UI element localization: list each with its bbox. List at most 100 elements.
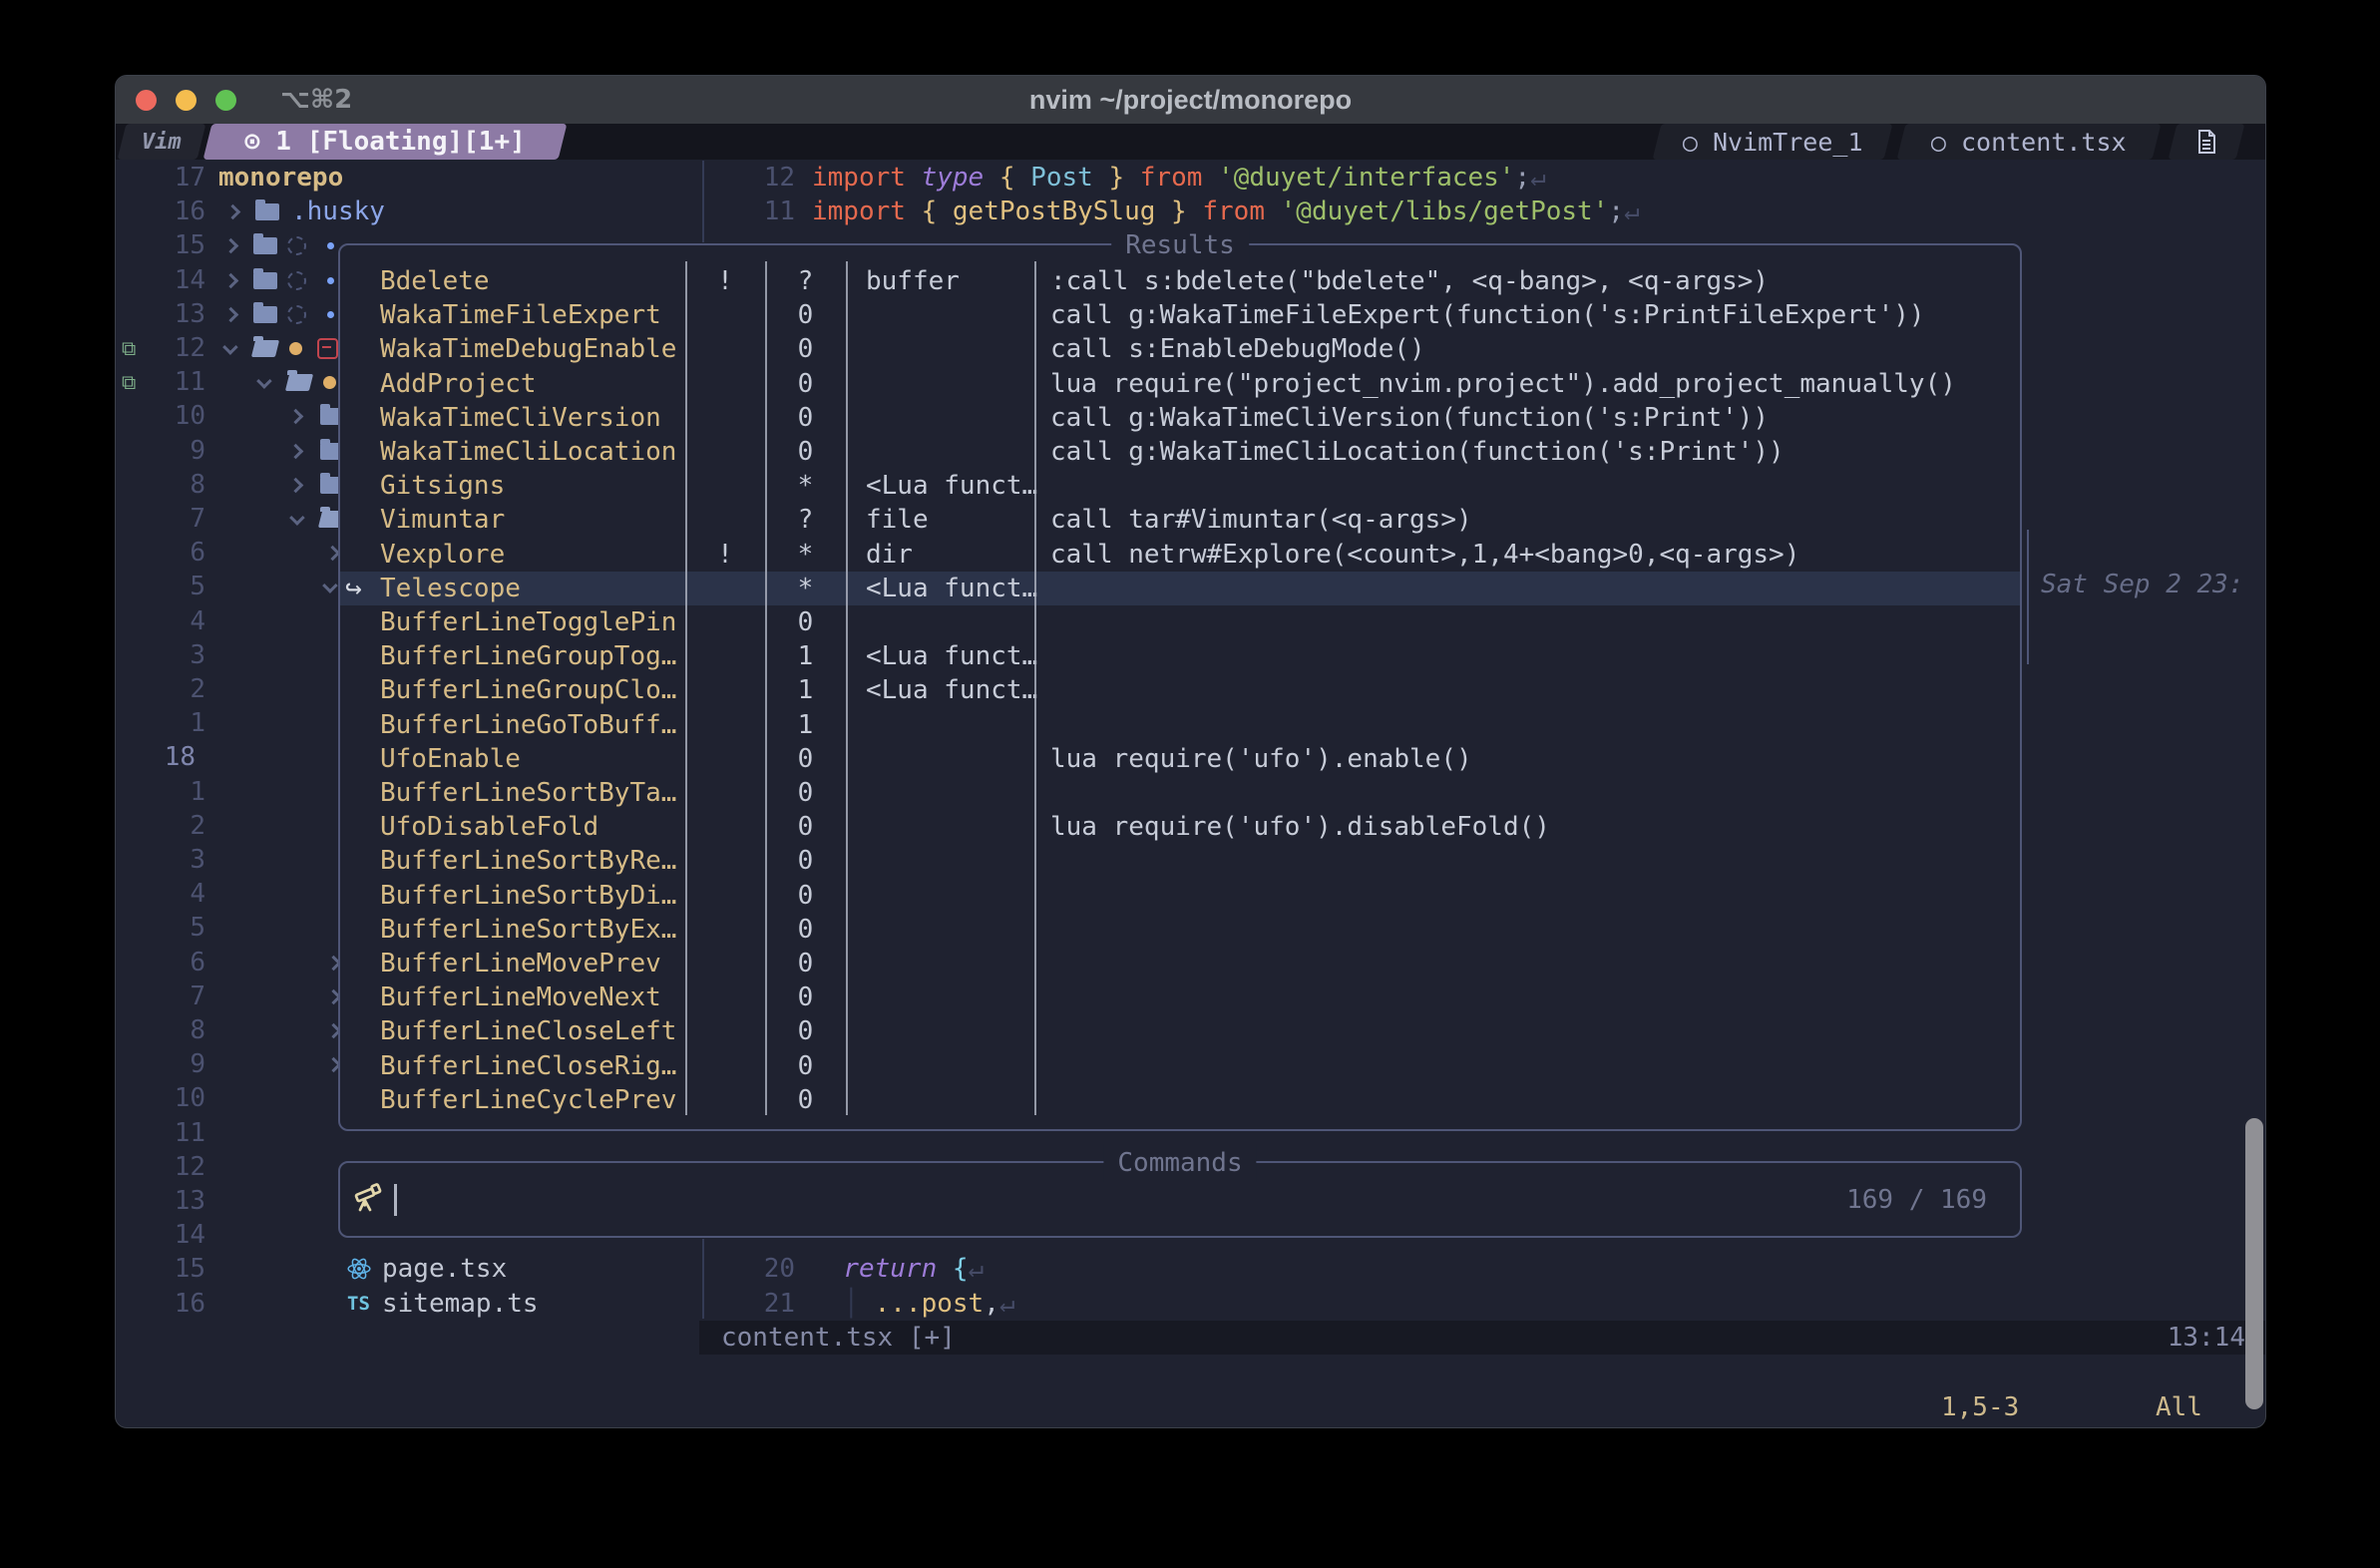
chevron-down-icon xyxy=(290,502,301,536)
results-row[interactable]: WakaTimeCliVersion0call g:WakaTimeCliVer… xyxy=(340,401,2020,435)
line-number: 14 xyxy=(134,1218,205,1252)
telescope-prompt-window[interactable]: Commands 169 / 169 xyxy=(338,1161,2022,1238)
results-row[interactable]: BufferLineSortByTa…0 xyxy=(340,776,2020,810)
line-number: 1 xyxy=(134,775,205,809)
buffer-tab-content-tsx[interactable]: ○ content.tsx xyxy=(1897,124,2162,160)
statusline-filename: content.tsx [+] xyxy=(721,1321,956,1355)
results-row[interactable]: BufferLineCloseLeft0 xyxy=(340,1014,2020,1048)
results-row[interactable]: Vexplore!*dircall netrw#Explore(<count>,… xyxy=(340,538,2020,572)
terminal-scrollbar[interactable] xyxy=(2245,1118,2263,1409)
folder-open-icon xyxy=(287,365,313,399)
results-row[interactable]: BufferLineSortByDi… 0 xyxy=(340,879,2020,913)
chevron-right-icon xyxy=(327,536,338,570)
line-number: 5 xyxy=(134,570,205,603)
command-name: Bdelete xyxy=(380,264,490,298)
command-name: BufferLineGroupTog… xyxy=(380,639,676,673)
results-row[interactable]: WakaTimeCliLocation0call g:WakaTimeCliLo… xyxy=(340,435,2020,469)
code-line-number: 11 xyxy=(715,195,795,228)
git-sign-icon: ⧉ xyxy=(122,365,136,399)
telescope-icon xyxy=(352,1182,384,1218)
prompt-input[interactable]: 169 / 169 xyxy=(352,1163,1987,1236)
results-row[interactable]: BufferLineGroupClo…1<Lua funct… xyxy=(340,673,2020,707)
command-nargs: * xyxy=(765,469,846,503)
line-number: 8 xyxy=(134,1013,205,1047)
line-number: 9 xyxy=(134,434,205,468)
results-row[interactable]: ↪Telescope*<Lua funct… xyxy=(340,572,2020,605)
command-nargs: 0 xyxy=(765,1083,846,1117)
folder-icon xyxy=(253,228,277,262)
tree-item-label[interactable]: monorepo xyxy=(218,161,343,195)
results-row[interactable]: WakaTimeFileExpert0call g:WakaTimeFileEx… xyxy=(340,298,2020,332)
results-row[interactable]: UfoEnable0lua require('ufo').enable() xyxy=(340,742,2020,776)
command-name: BufferLineTogglePin xyxy=(380,605,676,639)
results-row[interactable]: BufferLineMoveNext0 xyxy=(340,980,2020,1014)
line-number: 11 xyxy=(134,1116,205,1150)
scroll-position: All xyxy=(2156,1390,2202,1424)
results-row[interactable]: BufferLineSortByEx…0 xyxy=(340,913,2020,947)
line-number: 12 xyxy=(134,1150,205,1184)
react-icon xyxy=(345,1252,373,1286)
results-row[interactable]: BufferLineCloseRig…0 xyxy=(340,1049,2020,1083)
command-complete: file xyxy=(866,503,929,537)
line-number: 15 xyxy=(134,228,205,262)
command-nargs: 0 xyxy=(765,879,846,913)
results-row[interactable]: WakaTimeDebugEnable0call s:EnableDebugMo… xyxy=(340,332,2020,366)
results-row[interactable]: BufferLineTogglePin0 xyxy=(340,605,2020,639)
command-name: BufferLineSortByRe… xyxy=(380,844,676,878)
line-number: 12 xyxy=(134,331,205,365)
command-definition: call tar#Vimuntar(<q-args>) xyxy=(1050,503,1472,537)
close-button[interactable] xyxy=(136,90,157,111)
command-definition: :call s:bdelete("bdelete", <q-bang>, <q-… xyxy=(1050,264,1769,298)
results-row[interactable]: Gitsigns*<Lua funct… xyxy=(340,469,2020,503)
code-line: 21 │ ...post,↵ xyxy=(704,1287,2265,1321)
command-name: BufferLineMovePrev xyxy=(380,947,661,980)
tree-item-label[interactable]: page.tsx xyxy=(382,1252,507,1286)
command-bang: ! xyxy=(691,538,759,572)
code-line-number: 12 xyxy=(715,161,795,195)
command-name: BufferLineGroupClo… xyxy=(380,673,676,707)
chevron-down-icon xyxy=(323,570,334,603)
results-row[interactable]: BufferLineGoToBuff…1 xyxy=(340,708,2020,742)
chevron-down-icon xyxy=(223,331,234,365)
command-name: UfoDisableFold xyxy=(380,810,598,844)
command-name: BufferLineSortByEx… xyxy=(380,913,676,947)
command-name: BufferLineSortByDi… xyxy=(380,879,676,913)
code-line: 11import { getPostBySlug } from '@duyet/… xyxy=(704,195,2265,228)
command-definition: lua require("project_nvim.project").add_… xyxy=(1050,367,1956,401)
titlebar[interactable]: ⌥⌘2 nvim ~/project/monorepo xyxy=(116,76,2265,124)
tree-item-label[interactable]: sitemap.ts xyxy=(382,1287,539,1321)
command-definition: call g:WakaTimeCliLocation(function('s:P… xyxy=(1050,435,1785,469)
line-number: 17 xyxy=(134,161,205,195)
telescope-results-window: Results Bdelete!?buffer:call s:bdelete("… xyxy=(338,243,2022,1131)
command-nargs: 0 xyxy=(765,367,846,401)
tabpage-active-tab[interactable]: ⊙ 1 [Floating][1+] xyxy=(203,124,568,160)
results-row[interactable]: Vimuntar?filecall tar#Vimuntar(<q-args>) xyxy=(340,503,2020,537)
line-number: 10 xyxy=(134,399,205,433)
chevron-down-icon xyxy=(257,365,268,399)
chevron-right-icon xyxy=(225,263,236,297)
line-number: 3 xyxy=(134,843,205,877)
column-separator xyxy=(765,261,767,1115)
minimize-button[interactable] xyxy=(176,90,197,111)
command-nargs: ? xyxy=(765,503,846,537)
results-row[interactable]: Bdelete!?buffer:call s:bdelete("bdelete"… xyxy=(340,264,2020,298)
tree-item-label[interactable]: .husky xyxy=(291,195,385,228)
results-row[interactable]: BufferLineCyclePrev0 xyxy=(340,1083,2020,1117)
results-row[interactable]: UfoDisableFold0lua require('ufo').disabl… xyxy=(340,810,2020,844)
buffer-list-button[interactable] xyxy=(2169,124,2245,160)
results-row[interactable]: AddProject0lua require("project_nvim.pro… xyxy=(340,367,2020,401)
results-row[interactable]: BufferLineSortByRe…0 xyxy=(340,844,2020,878)
document-icon xyxy=(2196,130,2216,154)
command-name: BufferLineCloseRig… xyxy=(380,1049,676,1083)
zoom-button[interactable] xyxy=(215,90,236,111)
command-complete: <Lua funct… xyxy=(866,639,1037,673)
command-nargs: 1 xyxy=(765,639,846,673)
chevron-right-icon xyxy=(225,297,236,331)
folder-icon xyxy=(253,297,277,331)
folder-icon xyxy=(253,263,277,297)
results-row[interactable]: BufferLineGroupTog… 1 <Lua funct… xyxy=(340,639,2020,673)
buffer-tab-nvimtree[interactable]: ○ NvimTree_1 xyxy=(1653,124,1893,160)
results-row[interactable]: BufferLineMovePrev0 xyxy=(340,947,2020,980)
code-line-number: 20 xyxy=(715,1252,795,1286)
statusline-time: 13:14 xyxy=(2168,1321,2245,1355)
